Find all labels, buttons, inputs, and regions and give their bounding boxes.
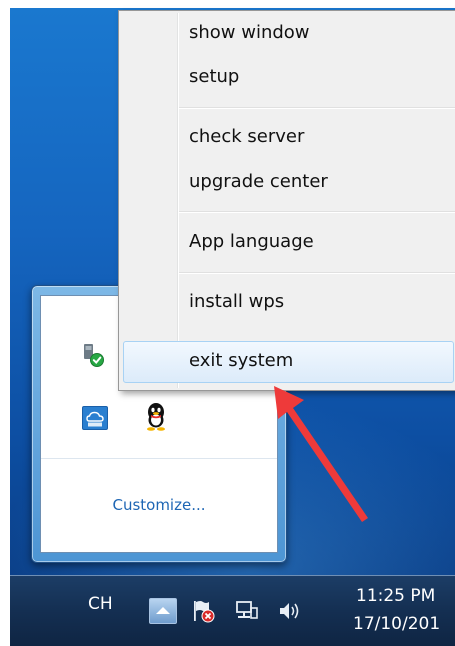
tray-divider — [41, 458, 277, 459]
action-center-flag-icon[interactable] — [190, 598, 216, 624]
usb-check-icon[interactable] — [81, 343, 105, 367]
qq-penguin-icon[interactable] — [144, 401, 168, 431]
cloud-app-icon[interactable] — [82, 406, 108, 430]
language-indicator[interactable]: CH — [88, 594, 113, 614]
menu-separator — [179, 211, 455, 213]
menu-item-app-language[interactable]: App language — [189, 229, 314, 255]
menu-separator — [179, 272, 455, 274]
taskbar: CH 11:25 PM 17/10/201 — [10, 575, 455, 646]
show-hidden-icons-button[interactable] — [149, 598, 177, 624]
red-arrow-annotation — [274, 386, 368, 522]
menu-item-show-window[interactable]: show window — [189, 20, 310, 46]
customize-link[interactable]: Customize... — [41, 496, 277, 514]
menu-icon-gutter — [177, 13, 179, 388]
context-menu: show window setup check server upgrade c… — [118, 10, 455, 391]
show-hidden-icons-icon — [156, 607, 170, 614]
menu-separator — [179, 107, 455, 109]
clock-date[interactable]: 17/10/201 — [353, 614, 440, 634]
menu-item-check-server[interactable]: check server — [189, 124, 304, 150]
clock-time[interactable]: 11:25 PM — [356, 586, 435, 606]
menu-item-setup[interactable]: setup — [189, 64, 239, 90]
network-icon[interactable] — [234, 598, 260, 624]
menu-item-upgrade-center[interactable]: upgrade center — [189, 169, 328, 195]
menu-item-install-wps[interactable]: install wps — [189, 289, 284, 315]
volume-icon[interactable] — [276, 598, 302, 624]
